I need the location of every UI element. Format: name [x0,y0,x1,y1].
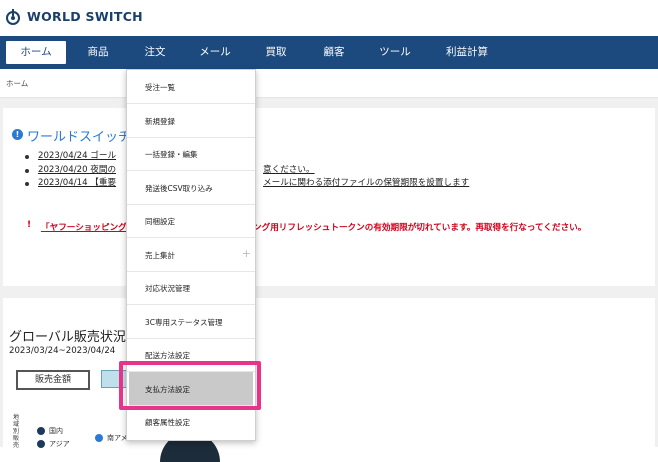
nav-products[interactable]: 商品 [80,36,116,69]
nav-purchase[interactable]: 買取 [258,36,294,69]
nav-customers[interactable]: 顧客 [316,36,352,69]
notice-panel: ! ワールドスイッチ 2023/04/24 ゴール 2023/04/20 夜間の… [3,108,655,286]
sales-amount-tab[interactable]: 販売金額 [16,370,90,390]
app-logo-text[interactable]: WORLD SWITCH [27,9,143,24]
selection-highlight-box [119,361,261,410]
nav-profit-calc[interactable]: 利益計算 [440,36,494,69]
menu-item-status-management[interactable]: 対応状況管理 [127,271,255,305]
main-nav: ホーム 商品 注文 メール 買取 顧客 ツール 利益計算 [0,36,658,69]
nav-orders[interactable]: 注文 [137,36,173,69]
warning-link[interactable]: 「ヤフーショッピング ング用リフレッシュトークンの有効期限が切れています。再取得… [41,221,586,233]
menu-item-sales-summary[interactable]: 売上集計 + [127,238,255,272]
menu-item-new-registration[interactable]: 新規登録 [127,104,255,138]
info-icon: ! [12,129,23,140]
chart-axis-label: 地域別販売 [13,414,20,449]
date-range: 2023/03/24~2023/04/24 [9,346,116,356]
global-sales-panel: グローバル販売状況 2023/03/24~2023/04/24 販売金額 地域別… [3,298,655,449]
global-sales-title: グローバル販売状況 [9,330,126,345]
notice-title: ワールドスイッチ [27,130,132,145]
menu-item-3c-status[interactable]: 3C専用ステータス管理 [127,305,255,339]
legend-domestic: 国内 [37,426,63,436]
nav-home[interactable]: ホーム [6,41,66,64]
menu-item-bulk-edit[interactable]: 一括登録・編集 [127,137,255,171]
nav-mail[interactable]: メール [194,36,236,69]
app-header: WORLD SWITCH [0,0,658,36]
breadcrumb[interactable]: ホーム [6,78,28,89]
menu-item-order-list[interactable]: 受注一覧 [127,70,255,104]
nav-tools[interactable]: ツール [374,36,416,69]
breadcrumb-bar: ホーム [0,69,658,98]
menu-item-bundle-settings[interactable]: 同梱設定 [127,204,255,238]
warning-icon: ! [27,220,32,230]
menu-item-csv-import[interactable]: 発送後CSV取り込み [127,171,255,205]
legend-asia: アジア [37,439,70,449]
plus-icon[interactable]: + [242,247,251,260]
power-plug-icon[interactable] [5,8,21,26]
